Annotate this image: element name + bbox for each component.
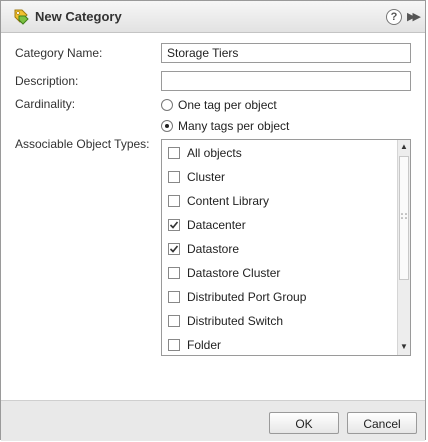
dialog-title: New Category — [35, 9, 122, 24]
list-item-label: Distributed Port Group — [187, 290, 307, 304]
listbox-scrollbar[interactable]: ▲ ▼ — [397, 140, 410, 355]
list-item-label: Folder — [187, 338, 222, 352]
tag-category-icon — [12, 8, 30, 26]
radio-label: One tag per object — [178, 98, 277, 112]
expand-icon[interactable]: ▶▶ — [407, 9, 423, 25]
list-item-cluster[interactable]: Cluster — [168, 167, 225, 187]
checkbox[interactable] — [168, 291, 180, 303]
list-item-content-library[interactable]: Content Library — [168, 191, 269, 211]
checkbox[interactable] — [168, 171, 180, 183]
radio-button[interactable] — [161, 99, 173, 111]
resize-grip-icon[interactable] — [401, 208, 407, 219]
object-types-listbox: All objects Cluster Content Library Data… — [161, 139, 411, 356]
list-item-label: Cluster — [187, 170, 226, 184]
checkmark-icon — [169, 221, 179, 229]
checkbox[interactable] — [168, 243, 180, 255]
cancel-button[interactable]: Cancel — [347, 412, 417, 434]
list-item-datacenter[interactable]: Datacenter — [168, 215, 246, 235]
list-item-distributed-port-group[interactable]: Distributed Port Group — [168, 287, 306, 307]
help-button[interactable]: ? — [386, 9, 402, 25]
list-item-datastore-cluster[interactable]: Datastore Cluster — [168, 263, 280, 283]
description-label: Description: — [15, 74, 79, 88]
associable-object-types-label: Associable Object Types: — [15, 137, 150, 151]
checkbox[interactable] — [168, 219, 180, 231]
checkbox[interactable] — [168, 195, 180, 207]
radio-label: Many tags per object — [178, 119, 290, 133]
list-item-label: Content Library — [187, 194, 270, 208]
list-item-all-objects[interactable]: All objects — [168, 143, 242, 163]
scroll-up-arrow-icon[interactable]: ▲ — [398, 140, 410, 154]
category-name-input[interactable] — [161, 43, 411, 63]
list-item-distributed-switch[interactable]: Distributed Switch — [168, 311, 283, 331]
checkmark-icon — [169, 245, 179, 253]
list-item-label: Datastore — [187, 242, 240, 256]
ok-button[interactable]: OK — [269, 412, 339, 434]
radio-one-tag-per-object[interactable]: One tag per object — [161, 96, 277, 114]
radio-many-tags-per-object[interactable]: Many tags per object — [161, 117, 289, 135]
scroll-down-arrow-icon[interactable]: ▼ — [398, 340, 410, 354]
checkbox[interactable] — [168, 315, 180, 327]
dialog-titlebar: New Category ? ▶▶ — [1, 1, 425, 33]
list-item-datastore[interactable]: Datastore — [168, 239, 239, 259]
description-input[interactable] — [161, 71, 411, 91]
checkbox[interactable] — [168, 339, 180, 351]
new-category-dialog: New Category ? ▶▶ Category Name: Descrip… — [0, 0, 426, 441]
list-item-folder[interactable]: Folder — [168, 335, 221, 355]
list-item-label: Datacenter — [187, 218, 246, 232]
list-item-label: Distributed Switch — [187, 314, 284, 328]
radio-button[interactable] — [161, 120, 173, 132]
list-item-label: Datastore Cluster — [187, 266, 281, 280]
checkbox[interactable] — [168, 147, 180, 159]
list-item-label: All objects — [187, 146, 242, 160]
cardinality-label: Cardinality: — [15, 97, 76, 111]
category-name-label: Category Name: — [15, 46, 103, 60]
checkbox[interactable] — [168, 267, 180, 279]
